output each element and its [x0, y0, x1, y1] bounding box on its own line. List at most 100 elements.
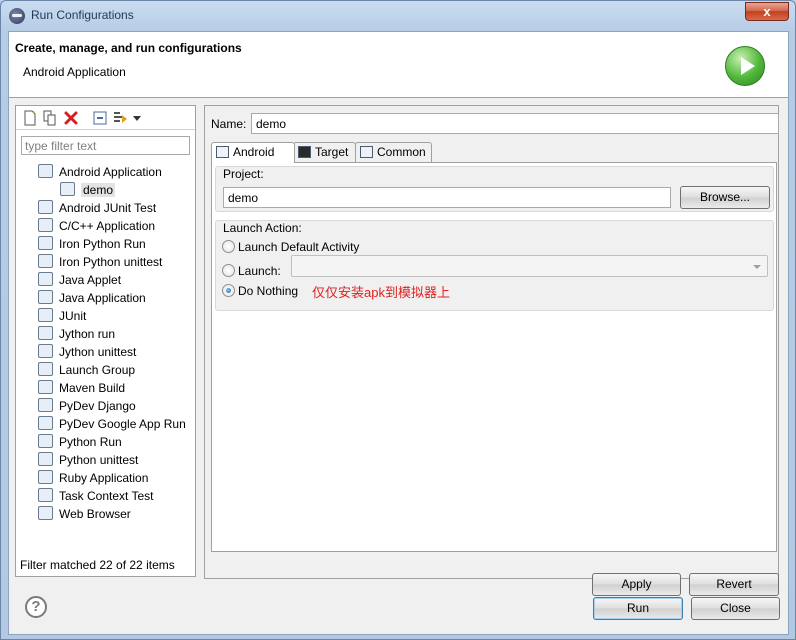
dialog-client: Create, manage, and run configurations A… [8, 31, 789, 635]
run-configurations-window: Run Configurations x Create, manage, and… [0, 0, 796, 640]
radio-do-nothing-label: Do Nothing [238, 284, 299, 298]
help-icon[interactable]: ? [25, 596, 47, 618]
window-title: Run Configurations [31, 8, 134, 22]
collapse-all-icon[interactable] [92, 110, 108, 126]
jython-run-icon [38, 325, 53, 340]
iron-python-run-icon [38, 235, 53, 250]
android-tab-body: Project: Browse... Launch Action: Launch… [211, 162, 777, 552]
radio-launch-label: Launch: [238, 264, 281, 278]
duplicate-config-icon[interactable] [42, 110, 58, 126]
tree-item[interactable]: C/C++ Application [38, 216, 155, 234]
tree-item-label: Launch Group [59, 362, 136, 377]
configuration-editor-pane: Name: Android Target Common Project: Bro… [204, 105, 779, 596]
name-label: Name: [211, 117, 247, 131]
tab-common-label: Common [377, 145, 426, 159]
tree-item[interactable]: Launch Group [38, 360, 135, 378]
tree-item[interactable]: Task Context Test [38, 486, 154, 504]
delete-config-icon[interactable] [63, 110, 79, 126]
tree-item[interactable]: PyDev Google App Run [38, 414, 186, 432]
radio-launch-default-label: Launch Default Activity [238, 240, 360, 254]
tree-item-label: Java Application [59, 290, 146, 305]
annotation-text: 仅仅安装apk到模拟器上 [312, 285, 450, 300]
new-config-icon[interactable] [22, 110, 38, 126]
tree-item-label: Maven Build [59, 380, 126, 395]
android-app-icon [38, 163, 53, 178]
common-tab-icon [360, 145, 373, 158]
eclipse-icon [9, 8, 25, 24]
launch-group-icon [38, 361, 53, 376]
android-config-icon [60, 181, 75, 196]
tree-item[interactable]: Python Run [38, 432, 122, 450]
tree-item[interactable]: Iron Python Run [38, 234, 146, 252]
tree-item-label: Python unittest [59, 452, 139, 467]
tree-item-label: Jython unittest [59, 344, 137, 359]
tree-item-label: Android JUnit Test [59, 200, 157, 215]
tree-item[interactable]: Python unittest [38, 450, 138, 468]
run-banner-icon [725, 46, 765, 86]
browse-button[interactable]: Browse... [680, 186, 770, 209]
tree-item[interactable]: demo [60, 180, 116, 198]
radio-do-nothing-indicator[interactable] [222, 284, 235, 298]
tree-item-label: Task Context Test [59, 488, 154, 503]
tree-item-label: Python Run [59, 434, 122, 449]
tree-item-label: Jython run [59, 326, 116, 341]
tree-item[interactable]: PyDev Django [38, 396, 136, 414]
radio-launch[interactable]: Launch: [222, 263, 281, 279]
radio-do-nothing[interactable]: Do Nothing [222, 283, 298, 299]
close-button[interactable]: Close [691, 597, 780, 620]
task-context-icon [38, 487, 53, 502]
run-button[interactable]: Run [593, 597, 683, 620]
name-field[interactable] [251, 113, 779, 134]
tree-item[interactable]: Web Browser [38, 504, 131, 522]
revert-button[interactable]: Revert [689, 573, 779, 596]
tree-item-label: Java Applet [59, 272, 122, 287]
java-app-icon [38, 289, 53, 304]
header-title: Create, manage, and run configurations [15, 41, 242, 55]
tree-item[interactable]: JUnit [38, 306, 86, 324]
tab-common[interactable]: Common [355, 142, 432, 162]
tree-item[interactable]: Java Application [38, 288, 146, 306]
configuration-tree-pane: Android Application demo Android JUnit Tes… [15, 105, 196, 577]
view-menu-chevron-down-icon[interactable] [132, 110, 142, 126]
project-group: Project: Browse... [215, 166, 774, 212]
tree-item-label: Android Application [59, 164, 162, 179]
tree-item[interactable]: Ruby Application [38, 468, 148, 486]
android-tab-icon [216, 145, 229, 158]
tree-item[interactable]: Jython run [38, 324, 115, 342]
iron-python-unittest-icon [38, 253, 53, 268]
tab-target[interactable]: Target [293, 142, 356, 162]
google-app-icon [38, 415, 53, 430]
tab-android[interactable]: Android [211, 142, 295, 163]
filter-configs-icon[interactable] [112, 110, 128, 126]
header-subtitle: Android Application [23, 65, 126, 79]
dialog-header: Create, manage, and run configurations A… [9, 32, 788, 98]
tree-item[interactable]: Jython unittest [38, 342, 136, 360]
radio-launch-indicator[interactable] [222, 264, 235, 278]
tree-item[interactable]: Iron Python unittest [38, 252, 162, 270]
tree-item[interactable]: Maven Build [38, 378, 125, 396]
maven-icon [38, 379, 53, 394]
project-field[interactable] [223, 187, 671, 208]
tab-android-label: Android [233, 145, 275, 159]
tree-item-label: PyDev Django [59, 398, 136, 413]
title-bar[interactable]: Run Configurations x [1, 1, 795, 31]
tree-item[interactable]: Android JUnit Test [38, 198, 156, 216]
radio-launch-default-indicator[interactable] [222, 240, 235, 254]
jython-unittest-icon [38, 343, 53, 358]
tree-item-label: Ruby Application [59, 470, 149, 485]
tree-item-label: JUnit [59, 308, 87, 323]
filter-status: Filter matched 22 of 22 items [20, 558, 175, 572]
python-unittest-icon [38, 451, 53, 466]
project-label: Project: [223, 167, 264, 181]
tree-item[interactable]: Android Application [38, 162, 162, 180]
tree-item[interactable]: Java Applet [38, 270, 121, 288]
junit-icon [38, 307, 53, 322]
tree-item-label: demo [81, 182, 116, 197]
launch-activity-combo [291, 255, 768, 277]
tree-item-label: PyDev Google App Run [59, 416, 186, 431]
apply-button[interactable]: Apply [592, 573, 681, 596]
ruby-icon [38, 469, 53, 484]
window-close-button[interactable]: x [745, 2, 789, 21]
filter-input[interactable] [21, 136, 190, 155]
radio-launch-default[interactable]: Launch Default Activity [222, 239, 359, 255]
